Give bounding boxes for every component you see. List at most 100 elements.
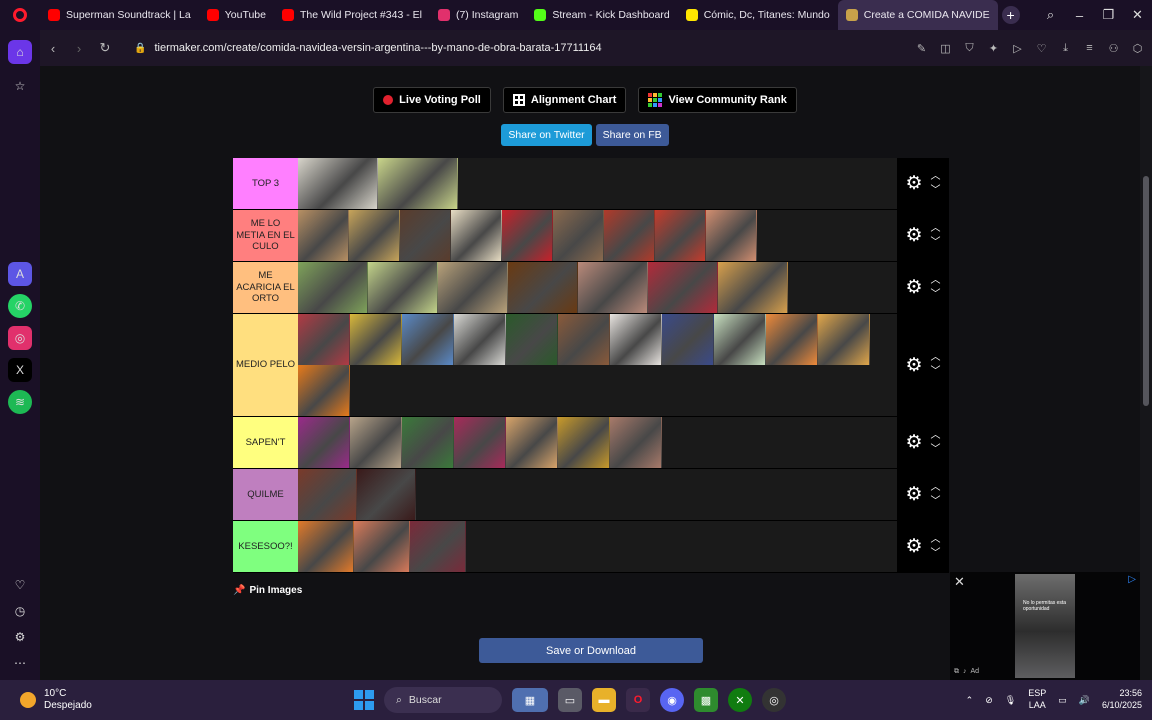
tier-item-image[interactable] xyxy=(558,417,610,468)
page-scrollbar[interactable] xyxy=(1140,66,1152,680)
extension-icon[interactable]: ✦ xyxy=(987,42,1000,55)
tier-settings-gear-icon[interactable]: ⚙ xyxy=(905,356,922,375)
move-up-chevron-icon[interactable]: ︿ xyxy=(931,223,941,234)
bookmarks-star-icon[interactable]: ☆ xyxy=(8,74,32,98)
url-text[interactable]: tiermaker.com/create/comida-navidea-vers… xyxy=(154,42,601,54)
browser-tab[interactable]: (7) Instagram xyxy=(430,0,526,30)
tier-item-image[interactable] xyxy=(298,521,354,572)
tier-item-image[interactable] xyxy=(298,158,378,209)
move-up-chevron-icon[interactable]: ︿ xyxy=(931,171,941,182)
back-icon[interactable]: ‹ xyxy=(40,41,66,56)
browser-tab[interactable]: Cómic, Dc, Titanes: Mundo xyxy=(678,0,838,30)
display-icon[interactable]: ▭ xyxy=(1058,695,1067,706)
tier-item-image[interactable] xyxy=(610,417,662,468)
tier-item-image[interactable] xyxy=(451,210,502,261)
tier-settings-gear-icon[interactable]: ⚙ xyxy=(905,226,922,245)
xbox-icon[interactable]: ✕ xyxy=(728,688,752,712)
x-twitter-icon[interactable]: X xyxy=(8,358,32,382)
share-fb-button[interactable]: Share on FB xyxy=(595,124,669,146)
tier-item-image[interactable] xyxy=(402,314,454,365)
restore-icon[interactable]: ❐ xyxy=(1094,7,1123,23)
instagram-icon[interactable]: ◎ xyxy=(8,326,32,350)
tier-label[interactable]: ME LO METIA EN EL CULO xyxy=(233,210,298,261)
snapshot-icon[interactable]: ◫ xyxy=(939,42,952,55)
tier-settings-gear-icon[interactable]: ⚙ xyxy=(905,433,922,452)
download-icon[interactable]: ⤓ xyxy=(1059,42,1072,55)
tier-label[interactable]: TOP 3 xyxy=(233,158,298,209)
move-up-chevron-icon[interactable]: ︿ xyxy=(931,275,941,286)
volume-icon[interactable]: ♪ xyxy=(963,668,967,676)
tier-item-image[interactable] xyxy=(502,210,553,261)
close-ad-icon[interactable]: ✕ xyxy=(954,574,965,590)
tier-item-image[interactable] xyxy=(298,210,349,261)
shield-icon[interactable]: ⛉ xyxy=(963,42,976,55)
move-down-chevron-icon[interactable]: ﹀ xyxy=(931,367,941,377)
save-or-download-button[interactable]: Save or Download xyxy=(479,638,703,663)
tier-item-image[interactable] xyxy=(558,314,610,365)
tier-label[interactable]: KESESOO?! xyxy=(233,521,298,572)
tier-item-image[interactable] xyxy=(368,262,438,313)
tier-item-image[interactable] xyxy=(648,262,718,313)
ad-video-thumbnail[interactable]: No lo permitas esta oportunidad xyxy=(1015,574,1075,678)
move-down-chevron-icon[interactable]: ﹀ xyxy=(931,496,941,507)
tier-item-image[interactable] xyxy=(718,262,788,313)
tier-item-image[interactable] xyxy=(506,417,558,468)
move-down-chevron-icon[interactable]: ﹀ xyxy=(931,237,941,248)
tier-settings-gear-icon[interactable]: ⚙ xyxy=(905,537,922,556)
adchoices-icon[interactable]: ▷ xyxy=(1128,574,1136,585)
home-icon[interactable]: ⌂ xyxy=(8,40,32,64)
file-explorer-icon[interactable]: ▬ xyxy=(592,688,616,712)
whatsapp-icon[interactable]: ✆ xyxy=(8,294,32,318)
tier-item-image[interactable] xyxy=(706,210,757,261)
more-dots-icon[interactable]: ⋯ xyxy=(8,651,32,675)
tier-item-image[interactable] xyxy=(350,314,402,365)
tier-item-image[interactable] xyxy=(578,262,648,313)
obs-icon[interactable]: ◎ xyxy=(762,688,786,712)
browser-tab[interactable]: YouTube xyxy=(199,0,274,30)
cube-icon[interactable]: ⬡ xyxy=(1131,42,1144,55)
tier-item-image[interactable] xyxy=(298,365,350,416)
alignment-chart-button[interactable]: Alignment Chart xyxy=(502,87,627,113)
opera-taskbar-icon[interactable]: O xyxy=(626,688,650,712)
language-indicator[interactable]: ESP LAA xyxy=(1028,688,1046,711)
tier-item-image[interactable] xyxy=(402,417,454,468)
favorite-heart-icon[interactable]: ♡ xyxy=(1035,42,1048,55)
microphone-icon[interactable]: 🎙 xyxy=(1005,695,1016,706)
search-tabs-icon[interactable]: ⌕ xyxy=(1036,7,1065,23)
speaker-icon[interactable]: 🔊 xyxy=(1079,695,1090,706)
tier-item-image[interactable] xyxy=(400,210,451,261)
menu-icon[interactable]: ≡ xyxy=(1083,42,1096,54)
tier-item-image[interactable] xyxy=(350,417,402,468)
flow-icon[interactable]: ▷ xyxy=(1011,42,1024,55)
taskbar-search[interactable]: ⌕ Buscar xyxy=(384,687,502,713)
tier-item-image[interactable] xyxy=(454,314,506,365)
view-community-rank-button[interactable]: View Community Rank xyxy=(638,87,797,113)
tier-item-image[interactable] xyxy=(604,210,655,261)
spotify-icon[interactable]: ≋ xyxy=(8,390,32,414)
edit-icon[interactable]: ✎ xyxy=(915,42,928,55)
tier-item-image[interactable] xyxy=(662,314,714,365)
tier-item-image[interactable] xyxy=(454,417,506,468)
reload-icon[interactable]: ↻ xyxy=(92,40,118,56)
share-twitter-button[interactable]: Share on Twitter xyxy=(501,124,592,146)
browser-tab[interactable]: The Wild Project #343 - El xyxy=(274,0,430,30)
tier-item-image[interactable] xyxy=(438,262,508,313)
move-down-chevron-icon[interactable]: ﹀ xyxy=(931,444,941,455)
video-ad[interactable]: ✕ No lo permitas esta oportunidad ▷ ⧉ ♪ … xyxy=(950,572,1140,680)
tier-item-image[interactable] xyxy=(655,210,706,261)
live-voting-poll-button[interactable]: Live Voting Poll xyxy=(373,87,491,113)
browser-tab[interactable]: Stream - Kick Dashboard xyxy=(526,0,677,30)
tier-label[interactable]: SAPEN'T xyxy=(233,417,298,468)
tier-item-image[interactable] xyxy=(714,314,766,365)
tier-item-image[interactable] xyxy=(610,314,662,365)
minecraft-icon[interactable]: ▩ xyxy=(694,688,718,712)
tier-item-image[interactable] xyxy=(298,262,368,313)
discord-icon[interactable]: ◉ xyxy=(660,688,684,712)
move-up-chevron-icon[interactable]: ︿ xyxy=(931,534,941,545)
move-down-chevron-icon[interactable]: ﹀ xyxy=(931,548,941,559)
tier-item-image[interactable] xyxy=(553,210,604,261)
tier-settings-gear-icon[interactable]: ⚙ xyxy=(905,174,922,193)
tray-chevron-icon[interactable]: ⌃ xyxy=(966,695,974,706)
heart-icon[interactable]: ♡ xyxy=(8,573,32,597)
new-tab-icon[interactable]: + xyxy=(1001,6,1020,24)
